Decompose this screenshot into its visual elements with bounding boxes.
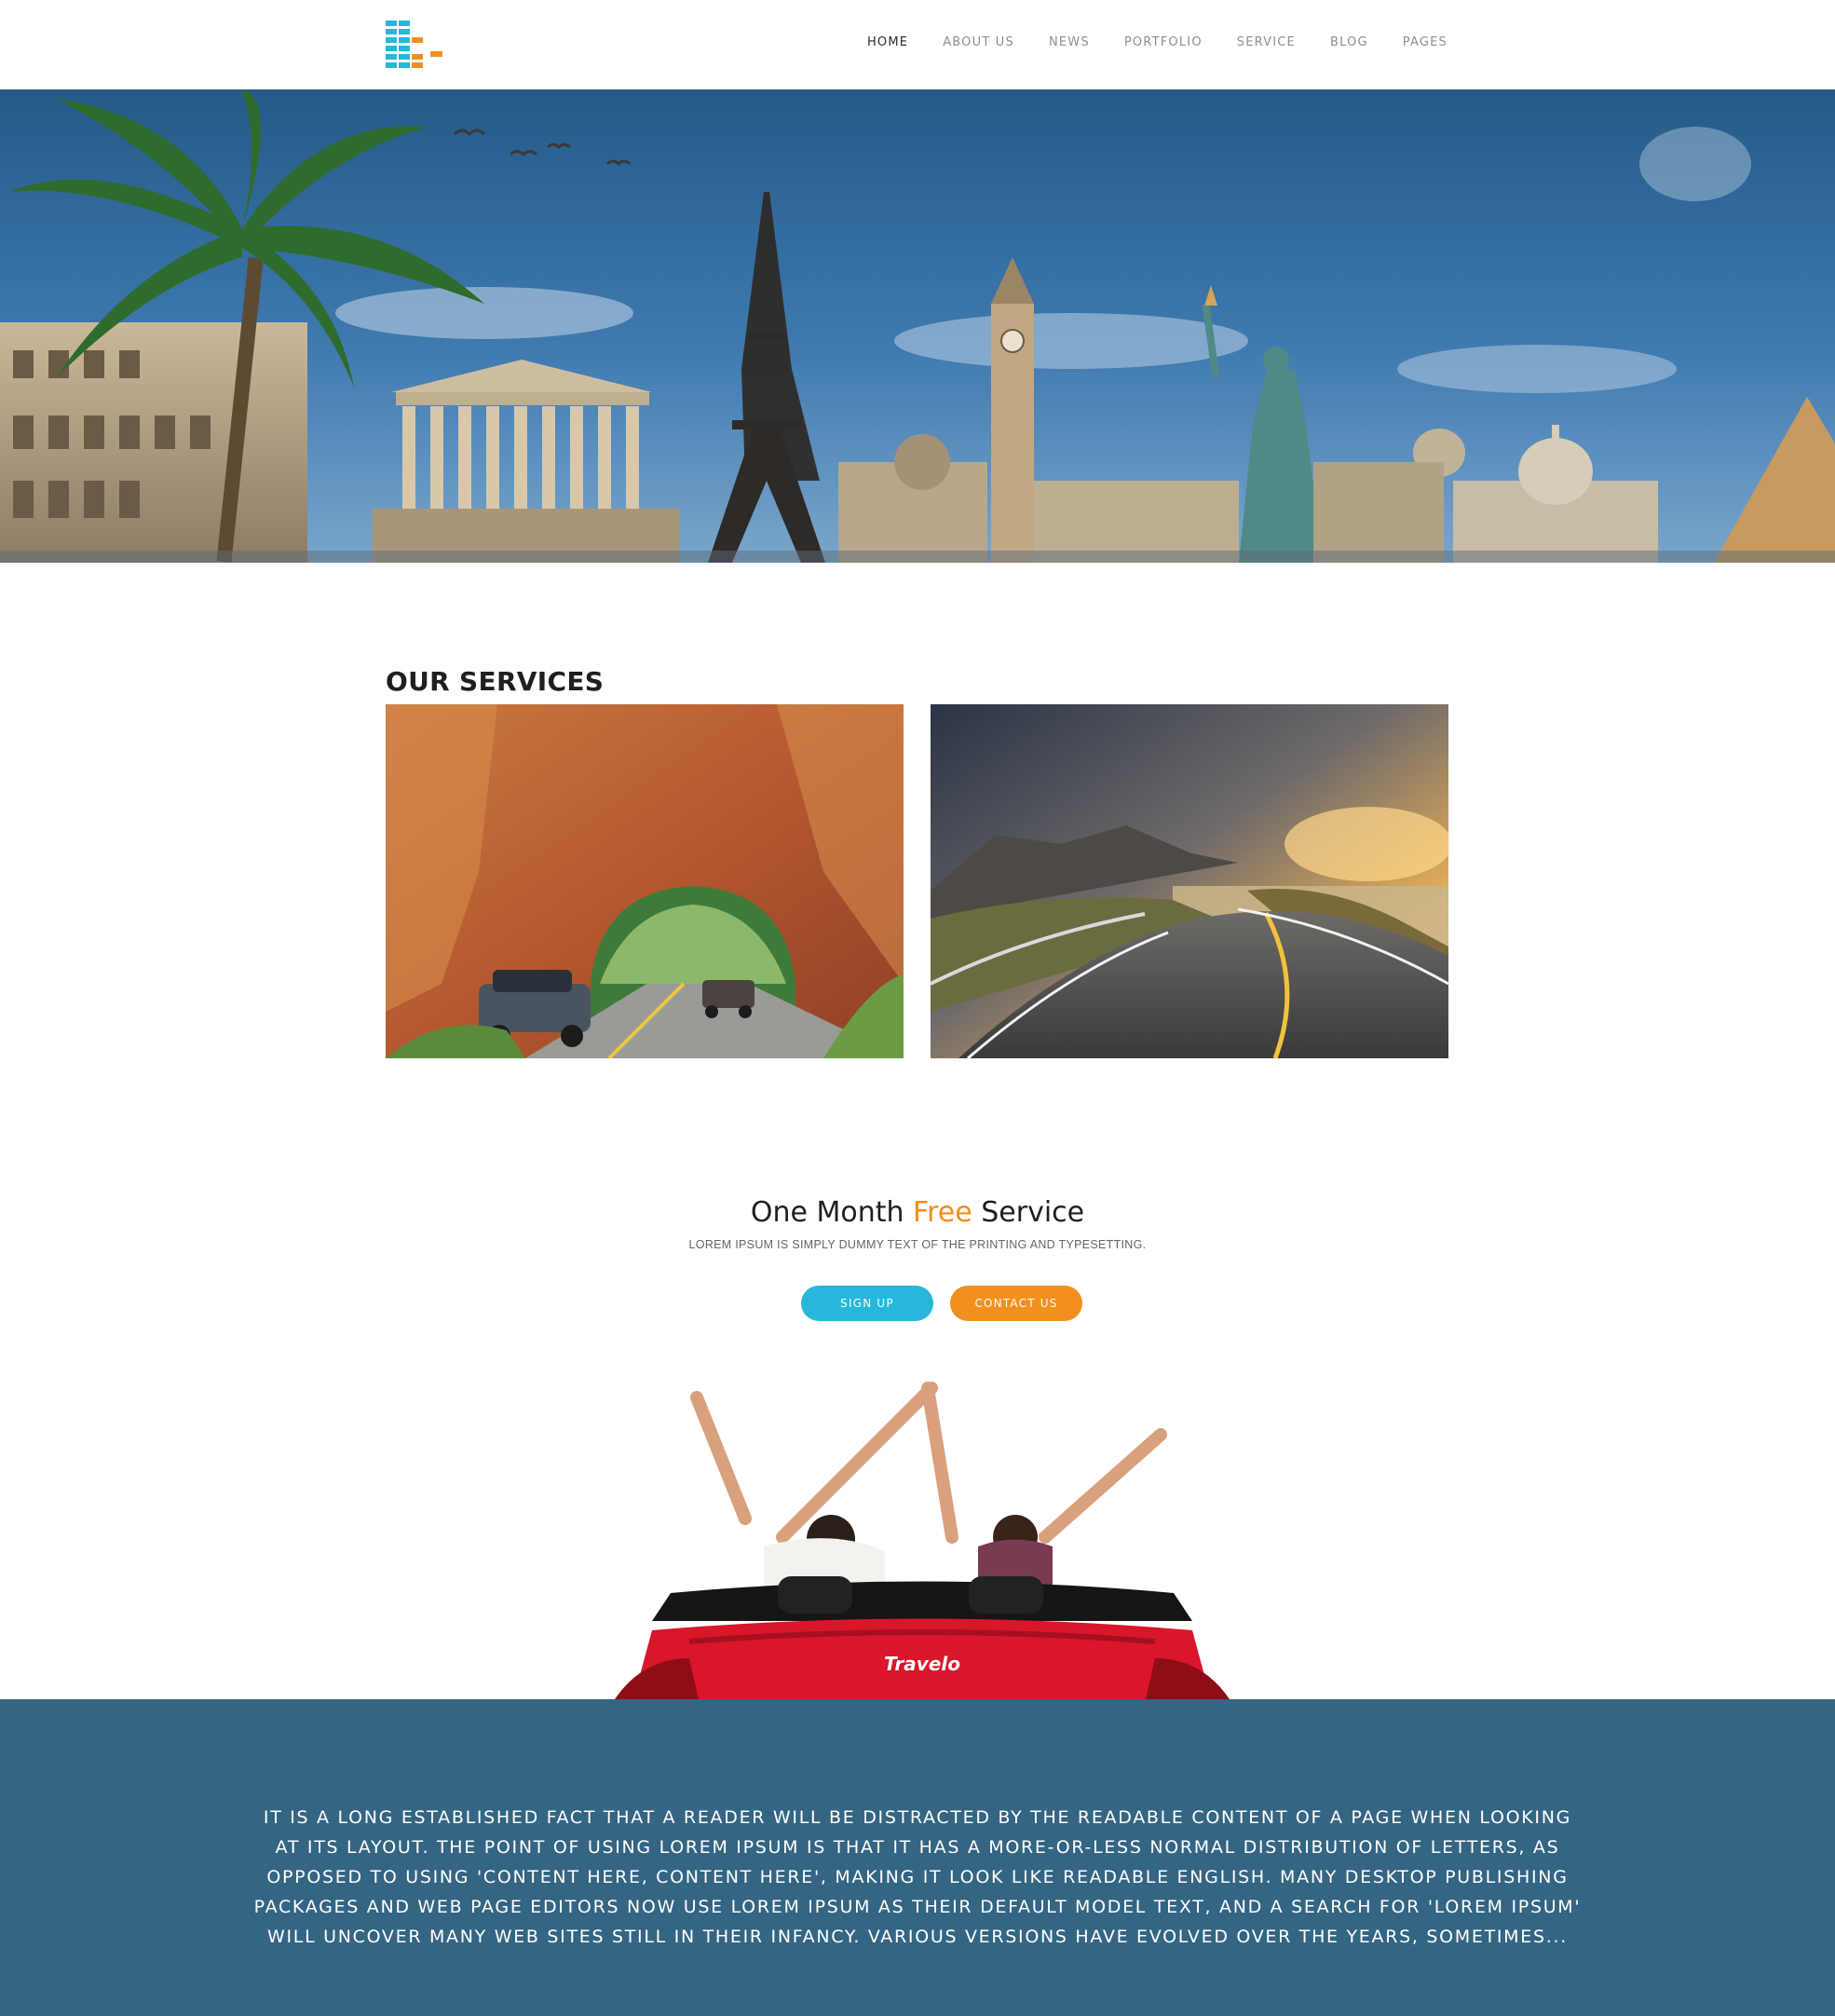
promo-title-accent: Free <box>913 1196 972 1229</box>
about-paragraph: IT IS A LONG ESTABLISHED FACT THAT A REA… <box>253 1807 1582 1947</box>
nav-pages[interactable]: PAGES <box>1403 35 1448 49</box>
promo-title-start: One Month <box>750 1196 914 1229</box>
logo-icon[interactable] <box>386 20 443 69</box>
car-brand-text: Travelo <box>884 1653 960 1675</box>
main-nav: HOME ABOUT US NEWS PORTFOLIO SERVICE BLO… <box>867 35 1448 49</box>
nav-blog[interactable]: BLOG <box>1330 35 1368 49</box>
nav-portfolio[interactable]: PORTFOLIO <box>1124 35 1203 49</box>
sign-up-button[interactable]: SIGN UP <box>801 1286 933 1321</box>
contact-us-button[interactable]: CONTACT US <box>950 1286 1082 1321</box>
nav-home[interactable]: HOME <box>867 35 908 49</box>
convertible-car-illustration: Travelo <box>587 1379 1257 1699</box>
nav-news[interactable]: NEWS <box>1049 35 1090 49</box>
nav-about-us[interactable]: ABOUT US <box>943 35 1014 49</box>
hero-banner <box>0 89 1835 563</box>
promo-subtitle: LOREM IPSUM IS SIMPLY DUMMY TEXT OF THE … <box>688 1238 1147 1251</box>
service-image-canyon-arch[interactable] <box>386 704 904 1058</box>
site-header: HOME ABOUT US NEWS PORTFOLIO SERVICE BLO… <box>0 0 1835 89</box>
promo-title-end: Service <box>972 1196 1085 1229</box>
promo-title: One Month Free Service <box>0 1196 1835 1229</box>
about-band: IT IS A LONG ESTABLISHED FACT THAT A REA… <box>0 1699 1835 2016</box>
services-title: OUR SERVICES <box>386 666 605 698</box>
service-image-coastal-road[interactable] <box>931 704 1448 1058</box>
nav-service[interactable]: SERVICE <box>1237 35 1296 49</box>
